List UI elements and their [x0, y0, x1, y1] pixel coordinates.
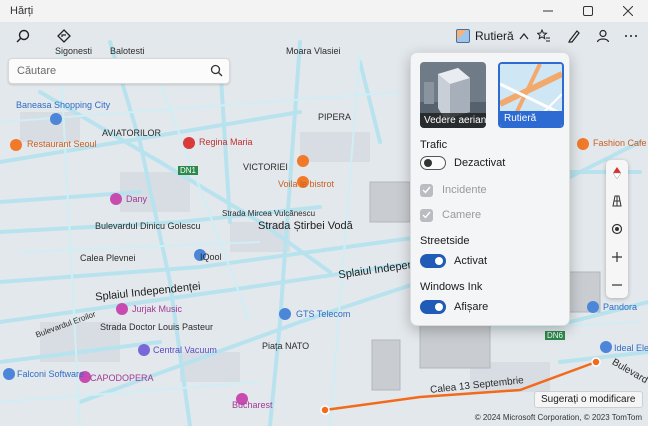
- street-label: Bulevardul Dinicu Golescu: [95, 221, 201, 231]
- directions-button[interactable]: [50, 24, 78, 48]
- search-box[interactable]: Căutare: [8, 58, 230, 84]
- search-icon: [16, 29, 30, 43]
- place-label: Voila le bistrot: [278, 179, 335, 189]
- streetside-toggle-state: Activat: [454, 255, 488, 267]
- place-label: IQool: [200, 252, 222, 262]
- cameras-checkbox: [420, 208, 433, 222]
- place-label: Central Vacuum: [153, 345, 217, 355]
- minus-icon: [612, 284, 622, 286]
- tilt-button[interactable]: [606, 190, 628, 212]
- map-label-dn1: DN1: [178, 166, 199, 175]
- title-bar: Hărți: [0, 0, 648, 22]
- traffic-toggle[interactable]: [420, 156, 446, 170]
- map-toolbar: Rutieră: [0, 22, 648, 50]
- road-view-label: Rutieră: [500, 111, 562, 126]
- place-label: Restaurant Seoul: [27, 139, 97, 149]
- tilt-grid-icon: [612, 195, 622, 207]
- streetside-heading: Streetside: [420, 235, 470, 247]
- checkmark-icon: [422, 186, 431, 194]
- person-icon: [596, 29, 610, 43]
- map-label-pipera: PIPERA: [318, 112, 352, 122]
- maximize-button[interactable]: [568, 0, 608, 22]
- minimize-icon: [543, 10, 553, 12]
- map-label-dn6: DN6: [545, 331, 566, 340]
- compass-button[interactable]: [606, 162, 628, 184]
- favorites-icon: [537, 29, 550, 42]
- favorites-button[interactable]: [530, 24, 558, 48]
- windows-ink-toggle-state: Afișare: [454, 301, 489, 313]
- place-label: Pandora: [603, 302, 638, 312]
- place-label: Dany: [126, 194, 148, 204]
- map-style-label: Rutieră: [475, 29, 514, 43]
- place-label: Ideal Electrica: [614, 343, 648, 353]
- map-style-button[interactable]: Rutieră: [456, 26, 529, 46]
- window-controls: [528, 0, 648, 22]
- cameras-checkbox-row: Camere: [420, 208, 481, 222]
- incidents-checkbox-row: Incidente: [420, 183, 487, 197]
- traffic-heading: Trafic: [420, 139, 448, 151]
- streetside-toggle-row[interactable]: Activat: [420, 253, 487, 269]
- map-navigation-controls: [606, 160, 628, 298]
- traffic-toggle-state: Dezactivat: [454, 157, 506, 169]
- more-icon: [625, 35, 637, 37]
- place-label: GTS Telecom: [296, 309, 351, 319]
- directions-icon: [57, 29, 71, 43]
- place-label: Falconi Software: [17, 369, 85, 379]
- locate-icon: [611, 223, 623, 235]
- search-icon[interactable]: [210, 64, 223, 77]
- map-copyright: © 2024 Microsoft Corporation, © 2023 Tom…: [474, 413, 642, 422]
- incidents-label: Incidente: [442, 184, 487, 196]
- suggest-change-button[interactable]: Sugerați o modificare: [534, 391, 643, 408]
- close-icon: [623, 6, 633, 16]
- compass-icon: [613, 167, 621, 179]
- map-label-victoriei: VICTORIEI: [243, 162, 288, 172]
- more-button[interactable]: [617, 24, 645, 48]
- place-label: CAPODOPERA: [90, 373, 154, 383]
- locate-me-button[interactable]: [606, 218, 628, 240]
- account-button[interactable]: [589, 24, 617, 48]
- search-button[interactable]: [9, 24, 37, 48]
- aerial-view-label: Vedere aeriană: [420, 113, 486, 128]
- place-label: Jurjak Music: [132, 304, 183, 314]
- road-map-icon: [456, 29, 470, 43]
- map-layers-flyout: Vedere aeriană Rutieră Trafic Dezactivat…: [410, 52, 570, 326]
- windows-ink-toggle[interactable]: [420, 300, 446, 314]
- map-label-aviatorilor: AVIATORILOR: [102, 128, 162, 138]
- maps-window: Balotesti Sigonesti Moara Vlasiei Baneas…: [0, 0, 648, 426]
- chevron-up-icon: [519, 33, 529, 40]
- street-label: Strada Știrbei Vodă: [258, 220, 353, 232]
- pen-icon: [568, 30, 580, 43]
- maximize-icon: [583, 6, 593, 16]
- app-title: Hărți: [10, 5, 34, 17]
- street-label: Calea Plevnei: [80, 253, 136, 263]
- ink-button[interactable]: [560, 24, 588, 48]
- place-label: Baneasa Shopping City: [16, 100, 111, 110]
- street-label: Strada Mircea Vulcănescu: [222, 209, 316, 218]
- place-label: Regina Maria: [199, 137, 253, 147]
- place-label: Bucharest: [232, 400, 273, 410]
- zoom-out-button[interactable]: [606, 274, 628, 296]
- checkmark-icon: [422, 211, 431, 219]
- plus-icon: [612, 252, 622, 262]
- cameras-label: Camere: [442, 209, 482, 221]
- incidents-checkbox: [420, 183, 433, 197]
- map-label-piata-nato: Piața NATO: [262, 341, 310, 351]
- search-input[interactable]: Căutare: [17, 65, 56, 77]
- windows-ink-toggle-row[interactable]: Afișare: [420, 299, 488, 315]
- aerial-view-tile[interactable]: Vedere aeriană: [420, 62, 486, 128]
- road-view-tile[interactable]: Rutieră: [498, 62, 564, 128]
- close-button[interactable]: [608, 0, 648, 22]
- street-label: Strada Doctor Louis Pasteur: [100, 322, 214, 332]
- place-label: Fashion Cafe: [593, 138, 647, 148]
- streetside-toggle[interactable]: [420, 254, 446, 268]
- zoom-in-button[interactable]: [606, 246, 628, 268]
- windows-ink-heading: Windows Ink: [420, 281, 483, 293]
- minimize-button[interactable]: [528, 0, 568, 22]
- traffic-toggle-row[interactable]: Dezactivat: [420, 155, 505, 171]
